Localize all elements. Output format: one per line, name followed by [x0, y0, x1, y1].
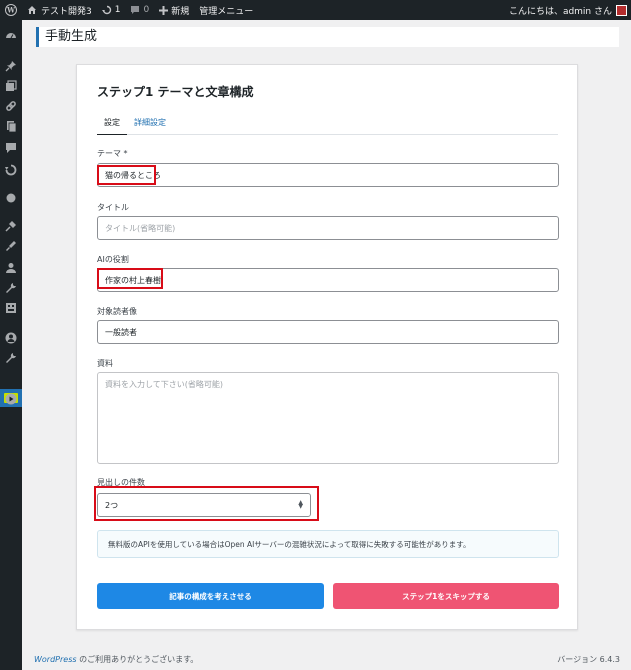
manage-menu-label: 管理メニュー: [199, 6, 254, 17]
link-icon[interactable]: [5, 100, 17, 112]
play-icon[interactable]: [5, 393, 17, 405]
pages-icon[interactable]: [5, 120, 17, 132]
tab-settings[interactable]: 設定: [97, 113, 127, 135]
footer-thanks-text: のご利用ありがとうございます。: [76, 655, 199, 664]
profile-icon[interactable]: [5, 332, 17, 344]
updates-link[interactable]: 1: [97, 0, 126, 20]
appearance-icon[interactable]: [5, 192, 17, 204]
plus-icon: [159, 5, 169, 15]
my-account-link[interactable]: こんにちは、admin さん: [504, 0, 631, 20]
footer-thanks: WordPress のご利用ありがとうございます。: [34, 654, 198, 665]
wrench-icon[interactable]: [5, 282, 17, 294]
new-content-link[interactable]: 新規: [154, 0, 194, 20]
users-icon[interactable]: [5, 262, 17, 274]
theme-input[interactable]: 猫の帰るところ: [97, 163, 559, 187]
site-name: テスト開発3: [41, 6, 92, 17]
update-icon: [101, 5, 111, 15]
footer-version: バージョン 6.4.3: [557, 655, 620, 664]
theme-label: テーマ *: [97, 149, 128, 158]
ai-role-highlight-box: [97, 268, 163, 289]
heading-count-highlight-box: [94, 486, 319, 521]
admin-sidebar: [0, 20, 27, 670]
title-label: タイトル: [97, 203, 129, 212]
refresh-icon[interactable]: [5, 164, 17, 176]
material-placeholder: 資料を入力して下さい(省略可能): [105, 380, 224, 389]
api-notice-text: 無料版のAPIを使用している場合はOpen AIサーバーの混雑状況によって取得に…: [108, 539, 471, 549]
wordpress-logo-icon[interactable]: W: [0, 0, 22, 20]
skip-step1-button[interactable]: ステップ1をスキップする: [333, 583, 559, 609]
new-label: 新規: [171, 6, 190, 17]
tools-brush-icon[interactable]: [5, 240, 17, 252]
ai-role-input[interactable]: 作家の村上春樹: [97, 268, 559, 292]
pin-icon[interactable]: [5, 60, 17, 72]
wordpress-link[interactable]: WordPress: [34, 655, 77, 664]
card-title: ステップ1 テーマと文章構成: [97, 85, 254, 99]
manage-menu-link[interactable]: 管理メニュー: [194, 0, 258, 20]
api-notice: 無料版のAPIを使用している場合はOpen AIサーバーの混雑状況によって取得に…: [97, 530, 559, 558]
page-title: 手動生成: [45, 29, 98, 44]
avatar: [616, 4, 627, 16]
skip-step1-label: ステップ1をスキップする: [402, 591, 490, 601]
generate-structure-label: 記事の構成を考えさせる: [169, 591, 252, 601]
ai-role-label: AIの役割: [97, 255, 129, 264]
svg-text:W: W: [6, 6, 15, 15]
generate-structure-button[interactable]: 記事の構成を考えさせる: [97, 583, 324, 609]
audience-value: 一般読者: [105, 327, 137, 337]
home-icon: [28, 6, 36, 14]
dashboard-icon[interactable]: [5, 30, 17, 42]
material-label: 資料: [97, 359, 113, 368]
greeting: こんにちは、admin さん: [508, 6, 612, 17]
comments-link[interactable]: 0: [125, 0, 154, 20]
comments-menu-icon[interactable]: [5, 142, 17, 154]
comment-icon: [131, 6, 140, 14]
plugins-icon[interactable]: [5, 220, 17, 232]
audience-input[interactable]: 一般読者: [97, 320, 559, 344]
comments-count: 0: [143, 5, 150, 15]
media-icon[interactable]: [5, 80, 17, 92]
wrench-2-icon[interactable]: [5, 352, 17, 364]
site-name-link[interactable]: テスト開発3: [22, 0, 97, 20]
audience-label: 対象読者像: [97, 307, 137, 316]
admin-bar: W テスト開発3 1 0 新規 管理メニュー こんにちは、admin さん: [0, 0, 631, 20]
page-title-bar: 手動生成: [36, 27, 619, 47]
material-textarea[interactable]: 資料を入力して下さい(省略可能): [97, 372, 559, 464]
active-arrow-icon: [22, 393, 27, 403]
title-placeholder: タイトル(省略可能): [105, 223, 176, 233]
tab-advanced-settings[interactable]: 詳細設定: [127, 113, 173, 135]
step1-card: ステップ1 テーマと文章構成 設定 詳細設定 テーマ * 猫の帰るところ タイト…: [76, 64, 578, 630]
theme-highlight-box: [97, 165, 156, 185]
updates-count: 1: [114, 5, 121, 15]
settings-grid-icon[interactable]: [5, 302, 17, 314]
tabs: 設定 詳細設定: [97, 113, 558, 135]
title-input[interactable]: タイトル(省略可能): [97, 216, 559, 240]
